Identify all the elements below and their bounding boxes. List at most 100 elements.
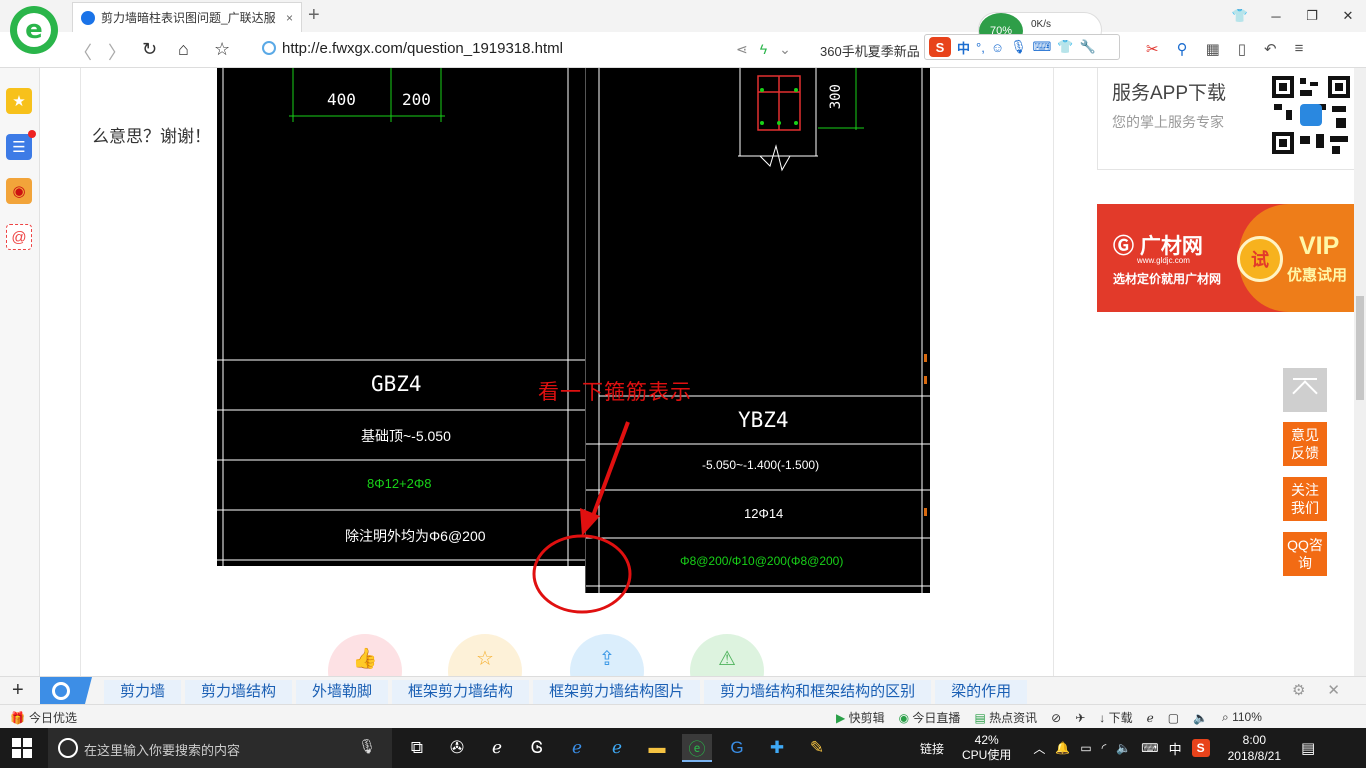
favorite-star-button[interactable]: ☆ (214, 39, 230, 60)
edge-browser-icon[interactable]: ℯ (562, 734, 592, 762)
bell-icon[interactable]: 🔔 (1055, 741, 1070, 755)
ie-icon[interactable]: ℯ (602, 734, 632, 762)
close-window-button[interactable]: ✕ (1330, 0, 1366, 32)
wifi-icon[interactable]: ◜ (1102, 741, 1107, 755)
mic-icon[interactable]: 🎙 (1010, 39, 1027, 55)
menu-icon[interactable]: ≡ (1295, 40, 1304, 58)
fan-app-icon[interactable]: ✇ (442, 734, 472, 762)
quick-clip-button[interactable]: ▶ 快剪辑 (836, 709, 885, 726)
like-button[interactable]: 👍 (328, 634, 402, 676)
tab-close-icon[interactable]: × (286, 11, 293, 25)
daily-picks[interactable]: 🎁 今日优选 (10, 709, 77, 726)
refresh-button[interactable]: ↻ (142, 39, 157, 60)
hot-tag[interactable]: 框架剪力墙结构图片 (533, 680, 701, 704)
browser-tab[interactable]: 剪力墙暗柱表识图问题_广联达服 × (72, 2, 302, 32)
live-button[interactable]: ◉ 今日直播 (899, 709, 961, 726)
restore-button[interactable]: ❐ (1294, 0, 1330, 32)
qq-consult-button[interactable]: QQ咨询 (1283, 532, 1327, 576)
app-card-title: 服务APP下载 (1112, 83, 1227, 104)
globe-icon (262, 41, 276, 55)
pin-icon[interactable]: ✈ (1075, 711, 1085, 725)
share-icon[interactable]: ⋖ (736, 41, 748, 58)
start-button[interactable] (12, 738, 32, 758)
report-button[interactable]: ⚠ (690, 634, 764, 676)
mic-icon[interactable]: 🎙 (358, 738, 376, 755)
minimize-button[interactable]: ─ (1258, 0, 1294, 32)
search-icon[interactable]: ⚲ (1177, 40, 1188, 58)
sound-icon[interactable]: 🔈 (1193, 711, 1208, 725)
link-label[interactable]: 链接 (920, 740, 944, 757)
gldjc-ad-banner[interactable]: Ⓖ 广材网 www.gldjc.com 选材定价就用广材网 试 VIP 优惠试用 (1097, 204, 1354, 312)
ie-mode-icon[interactable]: ℯ (1147, 711, 1154, 725)
zoom-level[interactable]: ⌕ 110% (1222, 710, 1262, 725)
feedback-button[interactable]: 意见反馈 (1283, 422, 1327, 466)
hot-tag[interactable]: 梁的作用 (935, 680, 1028, 704)
hot-tag[interactable]: 剪力墙结构 (185, 680, 293, 704)
sogou-tray-icon[interactable]: S (1191, 739, 1210, 757)
chevron-up-icon[interactable]: ︿ (1033, 740, 1045, 757)
glodon-g-icon[interactable]: Ꮆ (522, 734, 552, 762)
live-icon: ◉ (898, 711, 910, 725)
scissors-icon[interactable]: ✂ (1146, 40, 1159, 58)
ime-indicator[interactable]: 中 (1169, 739, 1182, 758)
ime-mode[interactable]: 中 (957, 38, 970, 57)
360-browser-icon[interactable]: ⓔ (682, 734, 712, 762)
apps-icon[interactable]: ▦ (1206, 40, 1220, 58)
tools-icon[interactable]: 🔧 (1080, 39, 1096, 55)
clock[interactable]: 8:00 2018/8/21 (1228, 732, 1281, 764)
weibo-icon[interactable]: ◉ (6, 178, 32, 204)
battery-icon[interactable]: ▭ (1080, 741, 1091, 755)
download-button[interactable]: ↓ 下载 (1099, 709, 1132, 726)
star-icon: ☆ (476, 648, 494, 670)
follow-us-button[interactable]: 关注我们 (1283, 477, 1327, 521)
back-button[interactable]: 〈 (74, 39, 92, 65)
back-to-top-button[interactable] (1283, 368, 1327, 412)
hot-tag[interactable]: 外墙勒脚 (296, 680, 389, 704)
speed-icon[interactable]: ⊘ (1051, 711, 1061, 725)
share-button[interactable]: ⇪ (570, 634, 644, 676)
keyboard-icon[interactable]: ⌨ (1033, 39, 1052, 55)
window-icon[interactable]: ▢ (1168, 711, 1179, 725)
forward-button[interactable]: 〉 (108, 39, 126, 65)
close-icon[interactable]: ✕ (1327, 681, 1340, 699)
undo-icon[interactable]: ↶ (1264, 40, 1277, 58)
home-button[interactable]: ⌂ (178, 39, 189, 60)
windows-taskbar: 在这里输入你要搜索的内容 🎙 ⧉ ✇ ℯ Ꮆ ℯ ℯ ▬ ⓔ G ✚ ✎ 链接 … (0, 728, 1366, 768)
add-icon[interactable]: + (12, 679, 24, 702)
hot-tag[interactable]: 剪力墙结构和框架结构的区别 (704, 680, 932, 704)
volume-icon[interactable]: 🔈 (1116, 741, 1131, 755)
lightning-icon[interactable]: ϟ (760, 41, 767, 58)
new-tab-button[interactable]: + (308, 4, 320, 27)
vertical-scrollbar[interactable] (1354, 68, 1366, 676)
favorites-sidebar-icon[interactable]: ★ (6, 88, 32, 114)
hot-tag[interactable]: 框架剪力墙结构 (392, 680, 530, 704)
skin-icon[interactable]: 👕 (1222, 0, 1258, 32)
search-logo-icon[interactable] (40, 677, 92, 705)
file-explorer-icon[interactable]: ▬ (642, 734, 672, 762)
taskbar-search[interactable]: 在这里输入你要搜索的内容 🎙 (48, 728, 392, 768)
edge-icon[interactable]: ℯ (482, 734, 512, 762)
glodon-icon[interactable]: G (722, 734, 752, 762)
url-field[interactable]: http://e.fwxgx.com/question_1919318.html (262, 40, 563, 57)
scrollbar-thumb[interactable] (1356, 296, 1364, 400)
reading-list-icon[interactable]: ☰ (6, 130, 36, 160)
sogou-logo-icon[interactable]: S (929, 37, 951, 57)
hot-tag[interactable]: 剪力墙 (104, 680, 182, 704)
add-app-icon[interactable]: ✚ (762, 734, 792, 762)
hot-news-button[interactable]: ▤ 热点资讯 (974, 709, 1037, 726)
reader-icon[interactable]: ▯ (1238, 40, 1246, 58)
keyboard-icon[interactable]: ⌨ (1141, 741, 1158, 755)
chevron-down-icon[interactable]: ⌄ (779, 41, 791, 58)
settings-gear-icon[interactable]: ⚙ (1292, 681, 1305, 699)
news-ticker[interactable]: 360手机夏季新品 (820, 41, 920, 60)
browser-logo[interactable]: e (10, 6, 58, 54)
emoji-icon[interactable]: ☺ (991, 40, 1004, 55)
mail-icon[interactable]: @ (6, 224, 32, 250)
task-view-icon[interactable]: ⧉ (402, 734, 432, 762)
collect-button[interactable]: ☆ (448, 634, 522, 676)
notes-app-icon[interactable]: ✎ (802, 734, 832, 762)
app-download-card[interactable]: 服务APP下载 您的掌上服务专家 (1097, 68, 1354, 170)
skin-icon[interactable]: 👕 (1057, 39, 1073, 55)
action-center-icon[interactable]: ▤ (1301, 739, 1315, 757)
punctuation-icon[interactable]: °, (976, 40, 985, 55)
